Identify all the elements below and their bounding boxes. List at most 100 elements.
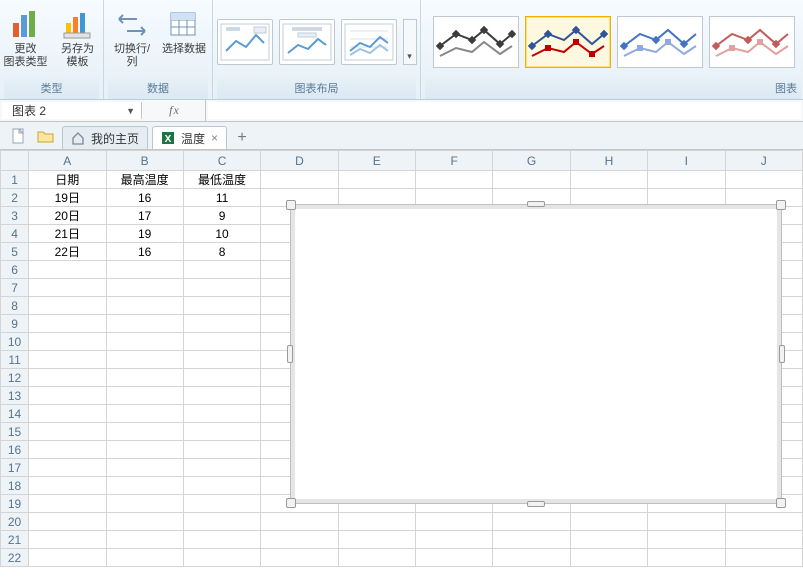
chart-layout-option-1[interactable] [217, 19, 273, 65]
cell[interactable]: 22日 [29, 243, 106, 261]
fx-button[interactable]: fx [144, 100, 206, 121]
row-header[interactable]: 16 [1, 441, 29, 459]
row-header[interactable]: 14 [1, 405, 29, 423]
row-header[interactable]: 4 [1, 225, 29, 243]
tab-home[interactable]: 我的主页 [62, 126, 148, 149]
column-header[interactable]: B [106, 151, 183, 171]
cell[interactable] [648, 531, 725, 549]
cell[interactable] [106, 441, 183, 459]
cell[interactable] [106, 513, 183, 531]
cell[interactable] [725, 549, 803, 567]
cell[interactable] [106, 423, 183, 441]
chart-style-option-2[interactable] [525, 16, 611, 68]
row-header[interactable]: 12 [1, 369, 29, 387]
cell[interactable] [183, 531, 260, 549]
column-header[interactable]: I [648, 151, 725, 171]
cell[interactable] [29, 441, 106, 459]
row-header[interactable]: 2 [1, 189, 29, 207]
cell[interactable] [106, 369, 183, 387]
row-header[interactable]: 19 [1, 495, 29, 513]
cell[interactable]: 日期 [29, 171, 106, 189]
new-tab-button[interactable]: + [231, 126, 253, 149]
cell[interactable] [183, 441, 260, 459]
cell[interactable] [338, 513, 415, 531]
cell[interactable] [183, 405, 260, 423]
chart-layout-more-button[interactable]: ▾ [403, 19, 417, 65]
row-header[interactable]: 10 [1, 333, 29, 351]
column-header[interactable]: C [183, 151, 260, 171]
row-header[interactable]: 18 [1, 477, 29, 495]
chart-handle-br[interactable] [776, 498, 786, 508]
chart-handle-bm[interactable] [527, 501, 545, 507]
cell[interactable] [338, 171, 415, 189]
column-header[interactable]: D [261, 151, 338, 171]
cell[interactable] [570, 171, 647, 189]
cell[interactable]: 21日 [29, 225, 106, 243]
row-header[interactable]: 6 [1, 261, 29, 279]
cell[interactable]: 最高温度 [106, 171, 183, 189]
cell[interactable]: 8 [183, 243, 260, 261]
cell[interactable] [29, 477, 106, 495]
chart-layout-option-2[interactable] [279, 19, 335, 65]
cell[interactable] [106, 459, 183, 477]
column-header[interactable]: J [725, 151, 803, 171]
row-header[interactable]: 9 [1, 315, 29, 333]
change-chart-type-button[interactable]: 更改 图表类型 [2, 4, 50, 71]
cell[interactable] [570, 513, 647, 531]
switch-row-col-button[interactable]: 切换行/列 [108, 4, 156, 71]
cell[interactable]: 17 [106, 207, 183, 225]
select-data-button[interactable]: 选择数据 [160, 4, 208, 59]
chart-handle-tm[interactable] [527, 201, 545, 207]
cell[interactable] [261, 549, 338, 567]
cell[interactable] [493, 513, 570, 531]
cell[interactable] [106, 261, 183, 279]
row-header[interactable]: 15 [1, 423, 29, 441]
chart-handle-tr[interactable] [776, 200, 786, 210]
tab-close-button[interactable]: × [211, 131, 218, 145]
cell[interactable]: 19 [106, 225, 183, 243]
cell[interactable] [261, 513, 338, 531]
cell[interactable] [106, 477, 183, 495]
chart-handle-tl[interactable] [286, 200, 296, 210]
cell[interactable] [183, 549, 260, 567]
cell[interactable] [648, 513, 725, 531]
cell[interactable]: 10 [183, 225, 260, 243]
cell[interactable] [106, 495, 183, 513]
cell[interactable] [183, 333, 260, 351]
cell[interactable] [29, 369, 106, 387]
cell[interactable] [29, 459, 106, 477]
save-as-template-button[interactable]: 另存为 模板 [54, 4, 102, 71]
row-header[interactable]: 8 [1, 297, 29, 315]
cell[interactable] [106, 405, 183, 423]
cell[interactable] [725, 531, 803, 549]
chart-layout-option-3[interactable] [341, 19, 397, 65]
cell[interactable] [183, 261, 260, 279]
cell[interactable] [183, 477, 260, 495]
row-header[interactable]: 7 [1, 279, 29, 297]
cell[interactable]: 20日 [29, 207, 106, 225]
cell[interactable]: 最低温度 [183, 171, 260, 189]
chart-style-option-4[interactable] [709, 16, 795, 68]
row-header[interactable]: 13 [1, 387, 29, 405]
row-header[interactable]: 1 [1, 171, 29, 189]
row-header[interactable]: 22 [1, 549, 29, 567]
cell[interactable] [29, 297, 106, 315]
column-header[interactable]: E [338, 151, 415, 171]
row-header[interactable]: 3 [1, 207, 29, 225]
column-header[interactable]: A [29, 151, 106, 171]
cell[interactable] [29, 531, 106, 549]
formula-input[interactable] [208, 102, 801, 119]
cell[interactable] [648, 171, 725, 189]
cell[interactable] [261, 531, 338, 549]
cell[interactable]: 11 [183, 189, 260, 207]
cell[interactable] [261, 171, 338, 189]
cell[interactable] [106, 531, 183, 549]
cell[interactable] [183, 423, 260, 441]
cell[interactable] [183, 351, 260, 369]
cell[interactable] [29, 495, 106, 513]
cell[interactable] [183, 369, 260, 387]
cell[interactable] [570, 531, 647, 549]
name-box[interactable]: 图表 2 ▼ [2, 102, 142, 119]
cell[interactable] [29, 351, 106, 369]
cell[interactable] [183, 279, 260, 297]
